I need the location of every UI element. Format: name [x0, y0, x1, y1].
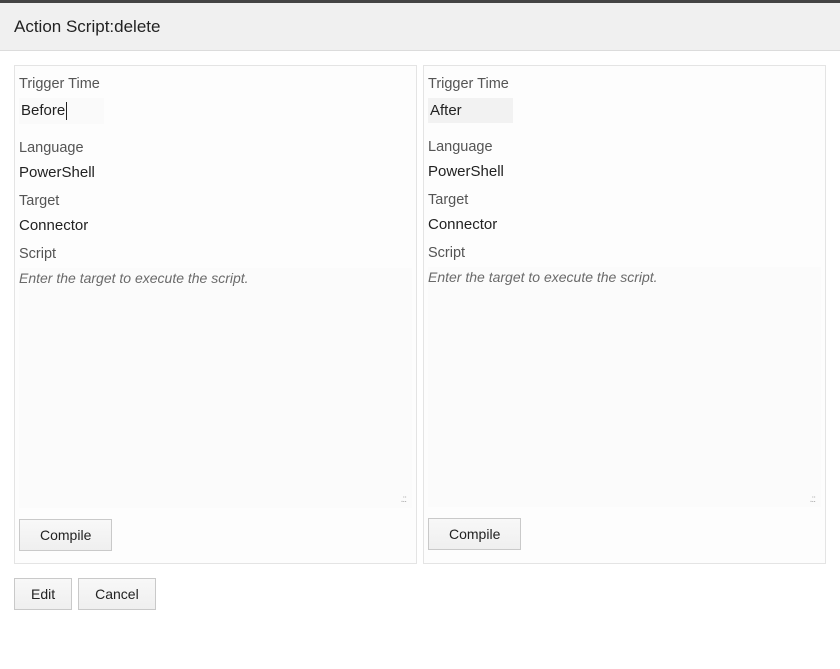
- language-value[interactable]: PowerShell: [19, 162, 412, 183]
- target-value[interactable]: Connector: [19, 215, 412, 236]
- trigger-time-value: After: [430, 102, 462, 119]
- script-label: Script: [428, 245, 821, 261]
- content-area: Trigger Time Before Language PowerShell …: [0, 51, 840, 624]
- script-textarea[interactable]: [19, 268, 412, 508]
- cancel-button[interactable]: Cancel: [78, 578, 156, 610]
- target-value[interactable]: Connector: [428, 214, 821, 235]
- trigger-time-label: Trigger Time: [19, 76, 412, 92]
- trigger-time-select[interactable]: Before: [19, 98, 104, 124]
- script-panels: Trigger Time Before Language PowerShell …: [14, 65, 826, 564]
- before-panel: Trigger Time Before Language PowerShell …: [14, 65, 417, 564]
- footer-buttons: Edit Cancel: [14, 578, 826, 610]
- script-label: Script: [19, 246, 412, 262]
- language-value[interactable]: PowerShell: [428, 161, 821, 182]
- compile-button[interactable]: Compile: [428, 518, 521, 550]
- trigger-time-value: Before: [21, 102, 67, 120]
- trigger-time-label: Trigger Time: [428, 76, 821, 92]
- trigger-time-select[interactable]: After: [428, 98, 513, 123]
- target-label: Target: [19, 193, 412, 209]
- compile-button[interactable]: Compile: [19, 519, 112, 551]
- language-label: Language: [19, 140, 412, 156]
- page-header: Action Script:delete: [0, 3, 840, 51]
- language-label: Language: [428, 139, 821, 155]
- script-textarea[interactable]: [428, 267, 821, 507]
- page-title: Action Script:delete: [14, 17, 826, 37]
- after-panel: Trigger Time After Language PowerShell T…: [423, 65, 826, 564]
- edit-button[interactable]: Edit: [14, 578, 72, 610]
- target-label: Target: [428, 192, 821, 208]
